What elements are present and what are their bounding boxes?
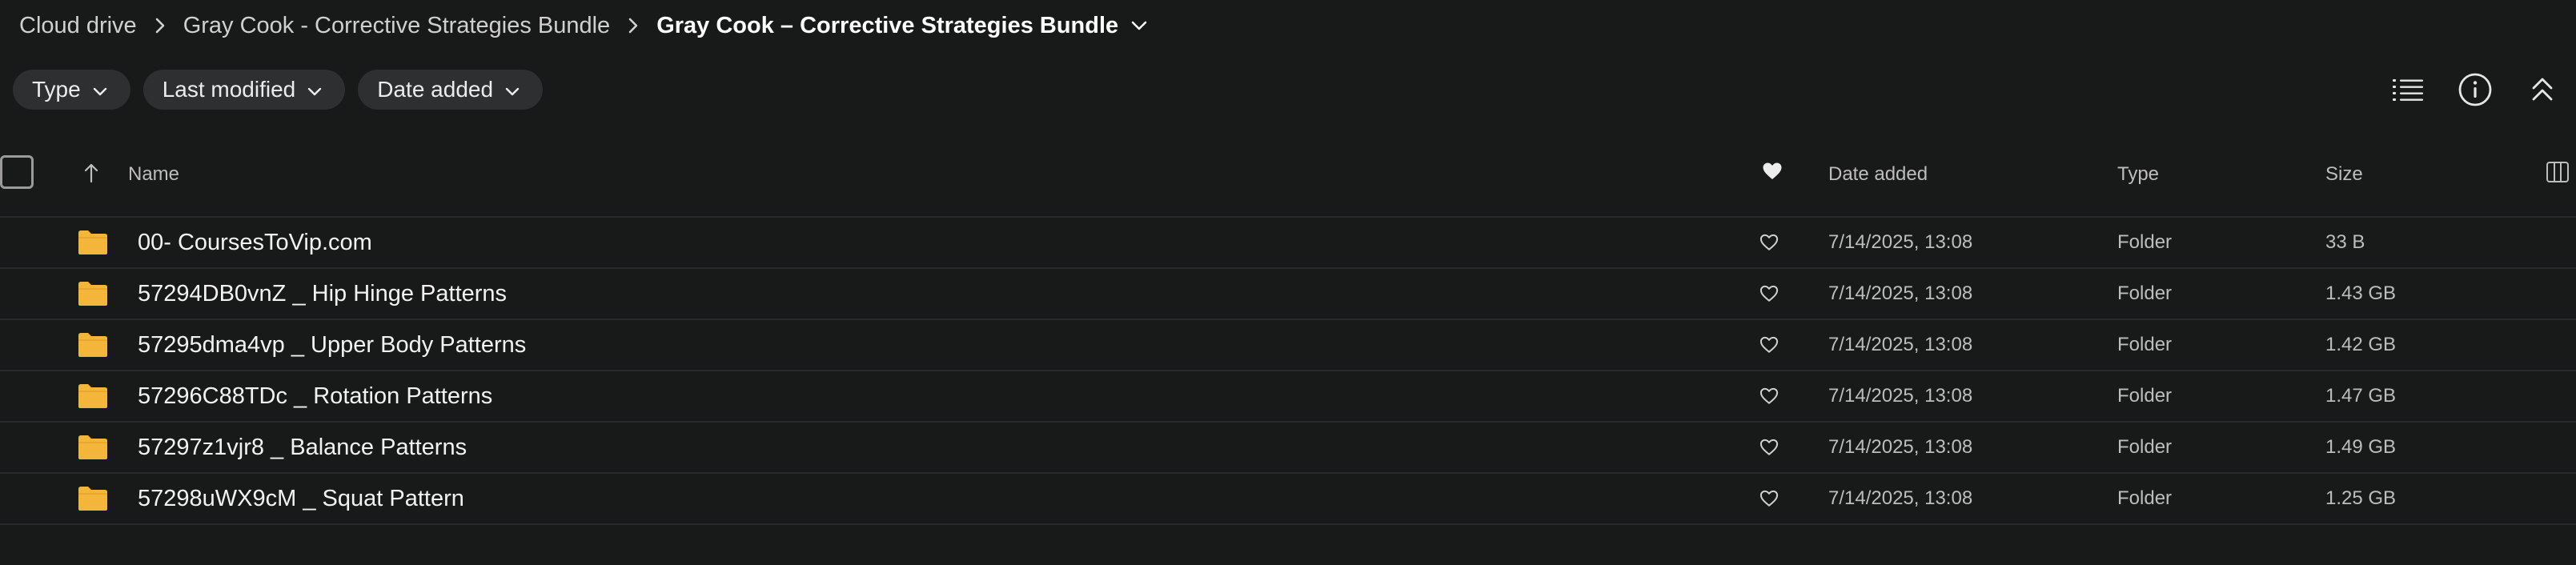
date-added-value: 7/14/2025, 13:08 xyxy=(1828,385,1973,407)
table-header: Name Date added Type Size xyxy=(0,146,2576,218)
size-column-header[interactable]: Size xyxy=(2325,163,2363,186)
folder-name[interactable]: 57297z1vjr8 _ Balance Patterns xyxy=(138,423,467,472)
date-added-filter[interactable]: Date added xyxy=(358,70,544,110)
breadcrumb: Cloud drive Gray Cook - Corrective Strat… xyxy=(19,10,1149,42)
date-added-value: 7/14/2025, 13:08 xyxy=(1828,282,1973,304)
last-modified-filter[interactable]: Last modified xyxy=(142,70,346,110)
info-icon[interactable] xyxy=(2456,70,2494,109)
folder-name[interactable]: 57298uWX9cM _ Squat Pattern xyxy=(138,474,464,523)
folder-name[interactable]: 57296C88TDc _ Rotation Patterns xyxy=(138,371,492,421)
date-added-filter-label: Date added xyxy=(377,77,494,102)
cloud-drive-page: Cloud drive Gray Cook - Corrective Strat… xyxy=(0,0,2576,565)
breadcrumb-root[interactable]: Cloud drive xyxy=(19,13,137,39)
heart-outline-icon[interactable] xyxy=(1759,474,1779,523)
heart-filled-icon[interactable] xyxy=(1762,162,1783,186)
size-value: 33 B xyxy=(2325,231,2365,253)
table-row[interactable]: 57294DB0vnZ _ Hip Hinge Patterns 7/14/202… xyxy=(0,269,2576,320)
size-value: 1.42 GB xyxy=(2325,334,2397,355)
folder-icon xyxy=(77,474,109,523)
date-added-value: 7/14/2025, 13:08 xyxy=(1828,436,1973,458)
table-row[interactable]: 57296C88TDc _ Rotation Patterns 7/14/2025… xyxy=(0,371,2576,423)
folder-name[interactable]: 57294DB0vnZ _ Hip Hinge Patterns xyxy=(138,269,507,319)
table-row[interactable]: 00- CoursesToVip.com 7/14/2025, 13:08 Fold… xyxy=(0,218,2576,269)
list-view-icon[interactable] xyxy=(2389,70,2427,109)
chevron-right-icon xyxy=(610,17,656,34)
type-value: Folder xyxy=(2117,334,2173,355)
heart-outline-icon[interactable] xyxy=(1759,269,1779,319)
date-added-value: 7/14/2025, 13:08 xyxy=(1828,231,1973,253)
type-value: Folder xyxy=(2117,282,2173,304)
folder-name[interactable]: 57295dma4vp _ Upper Body Patterns xyxy=(138,320,526,370)
chevron-right-icon xyxy=(137,17,183,34)
view-tools xyxy=(2389,70,2562,109)
folder-name[interactable]: 00- CoursesToVip.com xyxy=(138,218,372,267)
size-value: 1.47 GB xyxy=(2325,385,2397,407)
folder-icon xyxy=(77,423,109,472)
collapse-up-icon[interactable] xyxy=(2523,70,2562,109)
breadcrumb-parent[interactable]: Gray Cook - Corrective Strategies Bundle xyxy=(183,13,611,39)
chevron-down-icon xyxy=(504,77,520,102)
folder-icon xyxy=(77,320,109,370)
size-value: 1.43 GB xyxy=(2325,282,2397,304)
select-all-checkbox[interactable] xyxy=(0,155,34,189)
folder-icon xyxy=(77,218,109,267)
size-value: 1.25 GB xyxy=(2325,487,2397,509)
last-modified-filter-label: Last modified xyxy=(162,77,296,102)
chevron-down-icon xyxy=(92,77,108,102)
type-value: Folder xyxy=(2117,231,2173,253)
heart-outline-icon[interactable] xyxy=(1759,371,1779,421)
columns-icon[interactable] xyxy=(2546,161,2570,189)
table-row[interactable]: 57295dma4vp _ Upper Body Patterns 7/14/20… xyxy=(0,320,2576,371)
heart-outline-icon[interactable] xyxy=(1759,320,1779,370)
chevron-down-icon xyxy=(307,77,323,102)
name-column-header[interactable]: Name xyxy=(128,163,179,186)
table-row[interactable]: 57298uWX9cM _ Squat Pattern 7/14/2025, 13… xyxy=(0,474,2576,525)
folder-icon xyxy=(77,371,109,421)
filter-bar: Type Last modified Date added xyxy=(13,70,544,110)
folder-icon xyxy=(77,269,109,319)
heart-outline-icon[interactable] xyxy=(1759,218,1779,267)
table-row[interactable]: 57297z1vjr8 _ Balance Patterns 7/14/2025,… xyxy=(0,423,2576,474)
type-filter-label: Type xyxy=(32,77,81,102)
type-value: Folder xyxy=(2117,436,2173,458)
sort-ascending-icon[interactable] xyxy=(83,162,99,187)
type-value: Folder xyxy=(2117,487,2173,509)
size-value: 1.49 GB xyxy=(2325,436,2397,458)
file-list: 00- CoursesToVip.com 7/14/2025, 13:08 Fold… xyxy=(0,218,2576,525)
type-column-header[interactable]: Type xyxy=(2117,163,2159,186)
date-added-value: 7/14/2025, 13:08 xyxy=(1828,334,1973,355)
type-filter[interactable]: Type xyxy=(13,70,130,110)
type-value: Folder xyxy=(2117,385,2173,407)
date-added-column-header[interactable]: Date added xyxy=(1828,163,1928,186)
breadcrumb-current: Gray Cook – Corrective Strategies Bundle xyxy=(656,12,1119,38)
chevron-down-icon[interactable] xyxy=(1130,20,1149,31)
date-added-value: 7/14/2025, 13:08 xyxy=(1828,487,1973,509)
heart-outline-icon[interactable] xyxy=(1759,423,1779,472)
